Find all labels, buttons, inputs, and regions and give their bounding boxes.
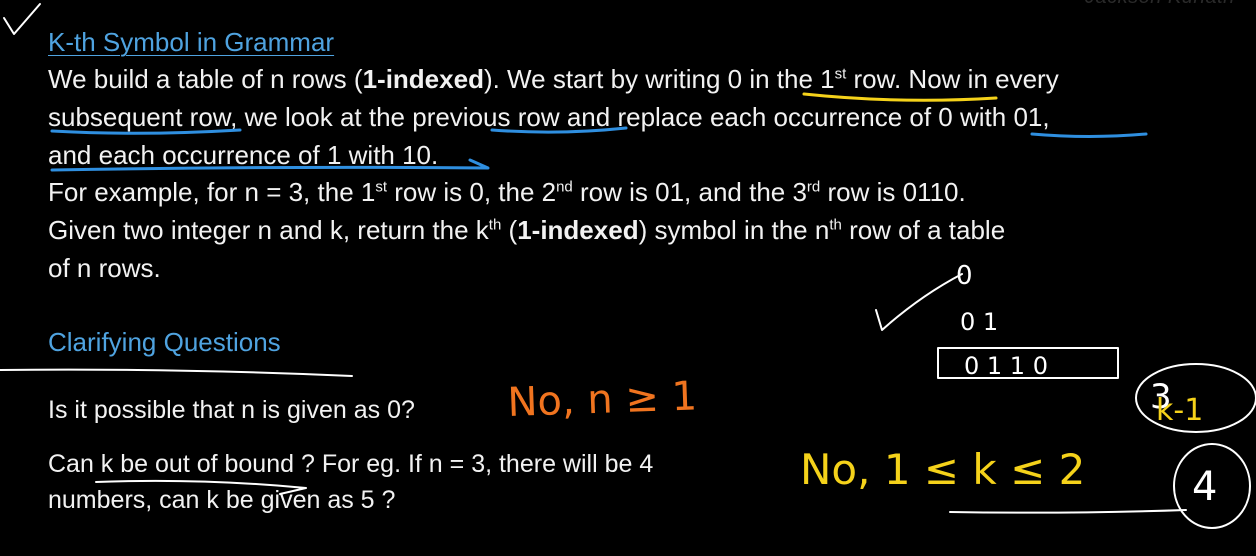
underline-clarifying (0, 368, 353, 377)
checkmark-top (3, 3, 41, 35)
underline-each-occurrence (50, 158, 490, 172)
hw-answer-1: No, n ≥ 1 (507, 373, 698, 426)
underline-k-be (95, 479, 307, 495)
hw-row-3: 0 1 1 0 (964, 352, 1048, 380)
underline-previous (490, 126, 628, 134)
hw-circled-k-1: k-1 (1156, 393, 1203, 428)
hw-row-2: 0 1 (960, 308, 998, 336)
underline-0-with-01 (1030, 132, 1148, 138)
hw-answer-2-underline (949, 509, 1187, 514)
hw-circled-4: 4 (1192, 464, 1217, 510)
hw-check-arrow (875, 273, 963, 331)
handwriting-layer: 0 0 1 0 1 1 0 No, n ≥ 1 No, 1 ≤ k ≤ 2 3 … (0, 3, 1256, 529)
hw-answer-2: No, 1 ≤ k ≤ 2 (800, 445, 1085, 494)
underline-0-in-1st-row (802, 92, 998, 102)
underline-subsequent (50, 128, 242, 135)
